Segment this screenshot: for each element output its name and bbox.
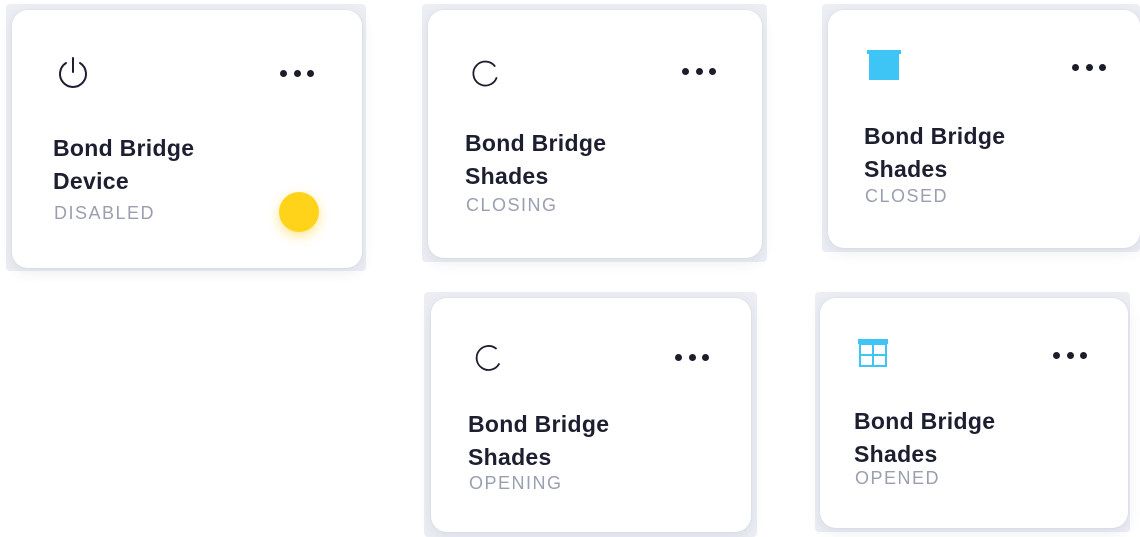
device-name: Bond Bridge Device — [53, 135, 195, 194]
status-label: OPENED — [855, 468, 941, 488]
shades-card[interactable]: Bond Bridge Shades CLOSED — [828, 10, 1140, 248]
device-name: Bond Bridge Shades — [854, 408, 996, 467]
device-name: Bond Bridge Shades — [465, 130, 607, 189]
status-label: CLOSED — [865, 186, 949, 206]
power-toggle-button[interactable] — [279, 192, 319, 232]
shades-card[interactable]: Bond Bridge Shades OPENED — [820, 298, 1128, 528]
more-options-icon[interactable] — [682, 64, 716, 78]
more-options-icon[interactable] — [675, 350, 709, 364]
loading-spinner-icon — [472, 60, 498, 87]
shades-card[interactable]: Bond Bridge Shades CLOSING — [428, 10, 762, 258]
more-options-icon[interactable] — [1053, 348, 1087, 362]
shade-closed-icon — [867, 50, 901, 80]
status-label: OPENING — [469, 473, 563, 493]
loading-spinner-icon — [475, 345, 500, 371]
shades-card[interactable]: Bond Bridge Shades OPENING — [431, 298, 751, 532]
more-options-icon[interactable] — [280, 66, 314, 80]
shade-opened-icon — [858, 339, 888, 367]
device-name: Bond Bridge Shades — [864, 123, 1006, 182]
power-icon[interactable] — [55, 55, 91, 91]
device-name: Bond Bridge Shades — [468, 411, 610, 470]
status-label: CLOSING — [466, 195, 558, 215]
more-options-icon[interactable] — [1072, 60, 1106, 74]
status-label: DISABLED — [54, 203, 156, 223]
device-card[interactable]: Bond Bridge Device DISABLED — [12, 10, 362, 268]
